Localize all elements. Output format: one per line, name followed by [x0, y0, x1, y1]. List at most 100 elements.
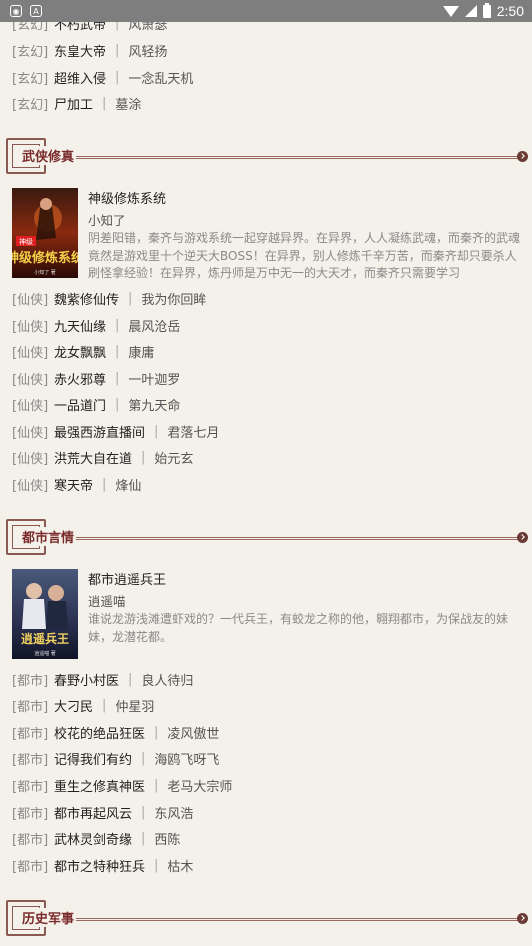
separator: |: [154, 857, 159, 873]
category-tag: [仙侠]: [12, 345, 49, 361]
cover-title: 神级修炼系统: [12, 250, 78, 266]
more-arrow-icon[interactable]: [517, 532, 528, 543]
category-tag: [仙侠]: [12, 319, 49, 335]
book-author: 枯木: [167, 859, 194, 875]
book-title[interactable]: 大刁民: [54, 696, 93, 715]
section-divider: [48, 537, 522, 540]
status-time: 2:50: [496, 3, 524, 19]
list-item[interactable]: [仙侠] 最强西游直播间 | 君落七月: [12, 418, 219, 444]
book-title[interactable]: 春野小村医: [54, 670, 119, 689]
separator: |: [141, 449, 146, 465]
book-title[interactable]: 超维入侵: [54, 68, 106, 87]
book-author: 西陈: [154, 832, 181, 848]
list-item[interactable]: [玄幻] 超维入侵 | 一念乱天机: [12, 64, 193, 90]
list-item[interactable]: [都市] 重生之修真神医 | 老马大宗师: [12, 772, 232, 798]
featured-title[interactable]: 神级修炼系统: [88, 188, 166, 207]
category-tag: [都市]: [12, 726, 49, 742]
list-item[interactable]: [仙侠] 魏紫修仙传 | 我为你回眸: [12, 285, 206, 311]
list-item[interactable]: [仙侠] 龙女飘飘 | 康庸: [12, 338, 154, 364]
featured-author: 小知了: [88, 213, 126, 228]
list-item[interactable]: [仙侠] 九天仙缘 | 晨风沧岳: [12, 312, 180, 338]
book-title[interactable]: 都市之特种狂兵: [54, 856, 145, 875]
cover-badge-text: 神级: [19, 237, 33, 246]
book-title[interactable]: 最强西游直播间: [54, 422, 145, 441]
list-item[interactable]: [玄幻] 尸加工 | 墓涂: [12, 90, 141, 116]
separator: |: [115, 396, 120, 412]
separator: |: [115, 370, 120, 386]
category-tag: [都市]: [12, 699, 49, 715]
book-title[interactable]: 赤火邪尊: [54, 369, 106, 388]
category-tag: [仙侠]: [12, 372, 49, 388]
section-header-dushi[interactable]: 都市言情: [0, 515, 532, 559]
list-item[interactable]: [都市] 都市再起风云 | 东风浩: [12, 799, 193, 825]
book-author: 良人待归: [141, 673, 194, 689]
book-title[interactable]: 东皇大帝: [54, 41, 106, 60]
section-title: 历史军事: [20, 908, 77, 927]
list-item[interactable]: [都市] 武林灵剑奇缘 | 西陈: [12, 825, 180, 851]
category-tag: [都市]: [12, 673, 49, 689]
book-cover[interactable]: 神级 神级修炼系统 小知了 著: [12, 188, 78, 278]
category-tag: [仙侠]: [12, 451, 49, 467]
category-tag: [仙侠]: [12, 478, 49, 494]
separator: |: [154, 423, 159, 439]
book-author: 君落七月: [167, 425, 220, 441]
status-bar: ◉ A 2:50: [0, 0, 532, 22]
separator: |: [141, 750, 146, 766]
category-tag: [都市]: [12, 752, 49, 768]
section-divider: [48, 156, 522, 159]
book-title[interactable]: 尸加工: [54, 94, 93, 113]
book-author: 我为你回眸: [141, 292, 207, 308]
section-header-wuxia[interactable]: 武侠修真: [0, 134, 532, 178]
book-author: 第九天命: [128, 398, 181, 414]
wifi-icon: [442, 5, 459, 17]
book-author: 一念乱天机: [128, 71, 194, 87]
book-cover[interactable]: 逍遥兵王 逍遥喵 著: [12, 569, 78, 659]
list-item[interactable]: [仙侠] 一品道门 | 第九天命: [12, 391, 180, 417]
a-icon: A: [30, 5, 42, 17]
book-title[interactable]: 龙女飘飘: [54, 342, 106, 361]
separator: |: [115, 317, 120, 333]
featured-title[interactable]: 都市逍遥兵王: [88, 569, 166, 588]
category-tag: [玄幻]: [12, 71, 49, 87]
category-tag: [仙侠]: [12, 425, 49, 441]
book-title[interactable]: 洪荒大自在道: [54, 448, 132, 467]
list-item[interactable]: [仙侠] 寒天帝 | 烽仙: [12, 471, 141, 497]
list-item[interactable]: [都市] 春野小村医 | 良人待归: [12, 666, 193, 692]
list-item[interactable]: [仙侠] 洪荒大自在道 | 始元玄: [12, 444, 193, 470]
book-title[interactable]: 重生之修真神医: [54, 776, 145, 795]
separator: |: [154, 777, 159, 793]
book-author: 烽仙: [115, 478, 142, 494]
list-item[interactable]: [玄幻] 东皇大帝 | 风轻扬: [12, 37, 167, 63]
separator: |: [141, 804, 146, 820]
separator: |: [115, 343, 120, 359]
book-title[interactable]: 魏紫修仙传: [54, 289, 119, 308]
list-item[interactable]: [都市] 都市之特种狂兵 | 枯木: [12, 852, 193, 878]
featured-book[interactable]: 逍遥兵王 逍遥喵 著 都市逍遥兵王 逍遥喵 谁说龙游浅滩遭虾戏的？一代兵王，有蛟…: [12, 569, 524, 661]
list-item[interactable]: [都市] 校花的绝品狂医 | 凌风傲世: [12, 719, 219, 745]
section-header-lishi[interactable]: 历史军事: [0, 896, 532, 940]
separator: |: [102, 476, 107, 492]
list-item[interactable]: [仙侠] 赤火邪尊 | 一叶迦罗: [12, 365, 180, 391]
book-title[interactable]: 记得我们有约: [54, 749, 132, 768]
book-author: 墓涂: [115, 97, 142, 113]
book-title[interactable]: 都市再起风云: [54, 803, 132, 822]
more-arrow-icon[interactable]: [517, 151, 528, 162]
category-tag: [都市]: [12, 832, 49, 848]
category-tag: [都市]: [12, 779, 49, 795]
more-arrow-icon[interactable]: [517, 913, 528, 924]
list-item[interactable]: [都市] 记得我们有约 | 海鸥飞呀飞: [12, 745, 219, 771]
book-title[interactable]: 寒天帝: [54, 475, 93, 494]
list-item[interactable]: [都市] 大刁民 | 仲星羽: [12, 692, 154, 718]
featured-author: 逍遥喵: [88, 594, 126, 609]
featured-description: 阴差阳错，秦齐与游戏系统一起穿越异界。在异界，人人凝练武魂，而秦齐的武魂竟然是游…: [88, 231, 521, 280]
featured-book[interactable]: 神级 神级修炼系统 小知了 著 神级修炼系统 小知了 阴差阳错，秦齐与游戏系统一…: [12, 188, 524, 280]
book-author: 海鸥飞呀飞: [154, 752, 220, 768]
book-author: 老马大宗师: [167, 779, 233, 795]
cover-title: 逍遥兵王: [21, 631, 69, 646]
book-title[interactable]: 校花的绝品狂医: [54, 723, 145, 742]
featured-description: 谁说龙游浅滩遭虾戏的？一代兵王，有蛟龙之称的他，翱翔都市，为保战友的妹妹，龙潜花…: [88, 612, 509, 644]
book-title[interactable]: 一品道门: [54, 395, 106, 414]
category-tag: [玄幻]: [12, 97, 49, 113]
book-title[interactable]: 九天仙缘: [54, 316, 106, 335]
book-title[interactable]: 武林灵剑奇缘: [54, 829, 132, 848]
